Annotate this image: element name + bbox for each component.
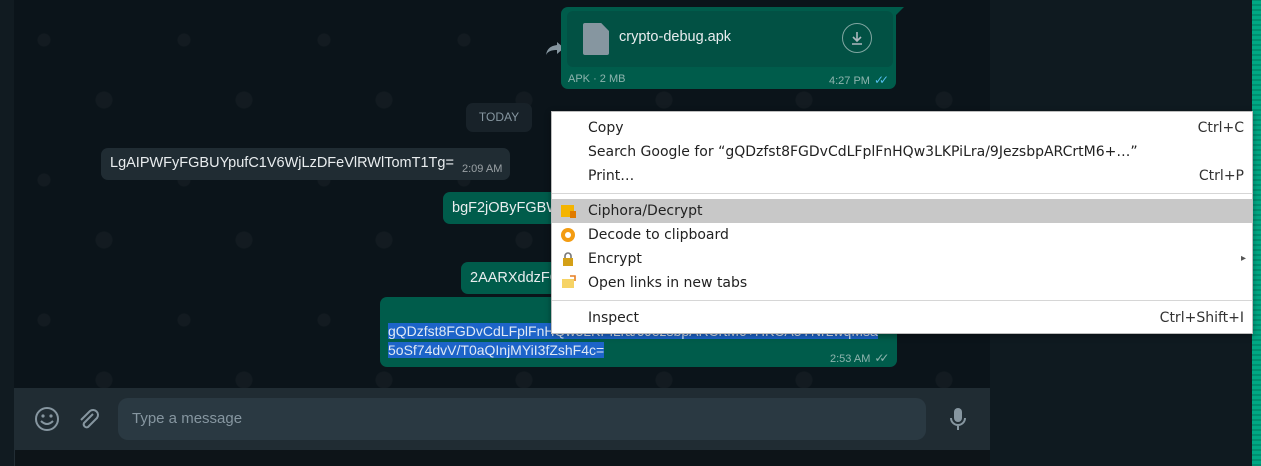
time-text: 2:53 AM: [830, 353, 871, 365]
open-links-icon: [562, 275, 576, 288]
decode-icon: [561, 228, 575, 242]
menu-item-shortcut: Ctrl+C: [1197, 120, 1244, 136]
menu-separator: [552, 300, 1252, 301]
menu-item-label: Decode to clipboard: [588, 227, 729, 243]
menu-item-label: Inspect: [588, 310, 639, 326]
menu-separator: [552, 193, 1252, 194]
window-edge-decoration: [1252, 0, 1261, 466]
menu-item-print[interactable]: Print… Ctrl+P: [552, 164, 1252, 188]
context-menu: Copy Ctrl+C Search Google for “gQDzfst8F…: [551, 111, 1253, 334]
file-icon: [583, 23, 609, 55]
menu-item-label: Search Google for “gQDzfst8FGDvCdLFplFnH…: [588, 144, 1138, 160]
paperclip-icon[interactable]: [76, 406, 100, 437]
file-card[interactable]: crypto-debug.apk: [567, 11, 893, 67]
menu-item-label: Print…: [588, 168, 635, 184]
composer-bar: Type a message: [14, 388, 990, 450]
menu-item-ciphora-decrypt[interactable]: Ciphora/Decrypt: [552, 199, 1252, 223]
message-time: 2:53 AM ✓✓: [830, 351, 890, 365]
menu-item-shortcut: Ctrl+P: [1198, 168, 1244, 184]
menu-item-encrypt[interactable]: Encrypt ▸: [552, 247, 1252, 271]
message-time: 2:09 AM: [462, 163, 503, 175]
selected-text-line-2: 5oSf74dvV/T0aQInjMYiI3fZshF4c=: [388, 342, 605, 358]
ciphora-icon: [561, 205, 576, 218]
emoji-icon[interactable]: [34, 406, 60, 437]
left-sidebar-edge: [0, 0, 15, 466]
sent-ticks-icon: ✓✓: [874, 351, 889, 365]
menu-item-label: Copy: [588, 120, 624, 136]
message-input[interactable]: Type a message: [118, 398, 926, 440]
file-message-time: 4:27 PM ✓✓: [829, 73, 889, 87]
menu-item-shortcut: Ctrl+Shift+I: [1159, 310, 1244, 326]
menu-item-inspect[interactable]: Inspect Ctrl+Shift+I: [552, 306, 1252, 330]
read-ticks-icon: ✓✓: [873, 73, 889, 87]
file-name: crypto-debug.apk: [619, 29, 732, 45]
lock-icon: [563, 252, 573, 266]
message-text: bgF2jOByFGBW: [452, 200, 560, 216]
message-text: LgAIPWFyFGBUYpufC1V6WjLzDFeVlRWlTomT1Tg=: [110, 155, 454, 171]
download-icon[interactable]: [842, 23, 872, 53]
menu-item-search-google[interactable]: Search Google for “gQDzfst8FGDvCdLFplFnH…: [552, 140, 1252, 164]
submenu-arrow-icon: ▸: [1240, 253, 1246, 264]
menu-item-decode-to-clipboard[interactable]: Decode to clipboard: [552, 223, 1252, 247]
file-time-text: 4:27 PM: [829, 75, 870, 87]
message-text: 2AARXddzFG: [470, 270, 562, 286]
file-meta: APK · 2 MB: [568, 73, 626, 85]
menu-item-copy[interactable]: Copy Ctrl+C: [552, 116, 1252, 140]
menu-item-label: Open links in new tabs: [588, 275, 748, 291]
incoming-message-bubble[interactable]: LgAIPWFyFGBUYpufC1V6WjLzDFeVlRWlTomT1Tg=…: [101, 148, 510, 180]
menu-item-label: Encrypt: [588, 251, 642, 267]
menu-item-label: Ciphora/Decrypt: [588, 203, 703, 219]
bubble-tail: [896, 7, 904, 15]
menu-item-open-links[interactable]: Open links in new tabs: [552, 271, 1252, 295]
date-chip: TODAY: [466, 103, 532, 132]
microphone-icon[interactable]: [948, 406, 968, 437]
